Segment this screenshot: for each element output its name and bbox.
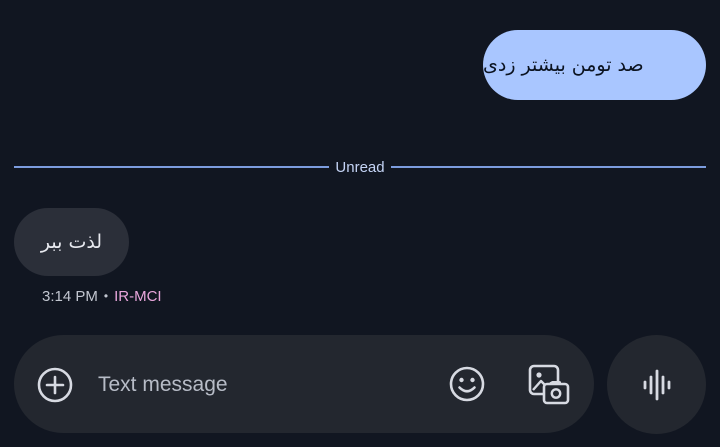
text-message-input[interactable] <box>96 365 420 405</box>
unread-divider: Unread <box>14 156 707 178</box>
incoming-message-text: لذت ببر <box>40 231 103 253</box>
voice-wave-icon <box>643 369 670 400</box>
separator-dot: • <box>103 289 109 303</box>
incoming-message-bubble[interactable]: لذت ببر <box>14 208 129 276</box>
plus-circle-icon[interactable] <box>36 366 74 404</box>
voice-message-button[interactable] <box>607 335 706 434</box>
outgoing-message-text: صد تومن بیشتر زدی <box>483 54 644 76</box>
outgoing-message-bubble[interactable]: صد تومن بیشتر زدی <box>483 30 706 100</box>
gallery-icon[interactable] <box>526 362 574 408</box>
divider-line-right <box>390 166 707 168</box>
unread-label: Unread <box>335 158 385 176</box>
divider-line-left <box>14 166 330 168</box>
message-composer <box>14 335 594 433</box>
message-timestamp: 3:14 PM <box>42 287 98 305</box>
message-metadata: 3:14 PM • IR-MCI <box>42 286 162 306</box>
emoji-icon[interactable] <box>447 364 487 404</box>
sim-label: IR-MCI <box>114 287 162 305</box>
